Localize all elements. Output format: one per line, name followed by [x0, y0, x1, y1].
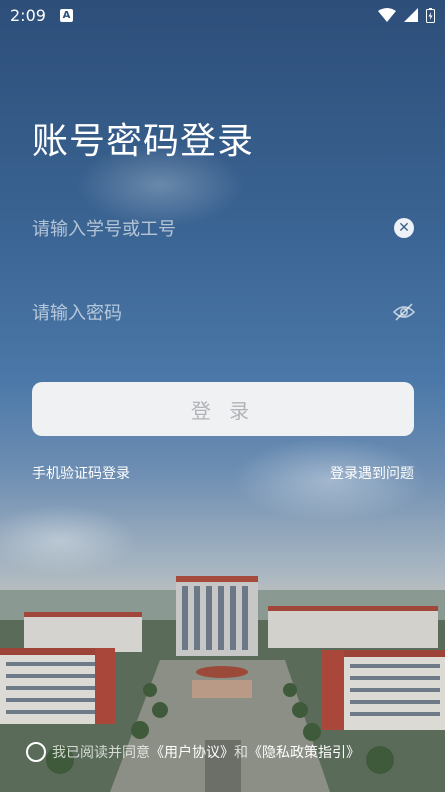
agreement-prefix: 我已阅读并同意 — [52, 745, 150, 761]
login-button[interactable]: 登 录 — [32, 382, 414, 436]
status-time: 2:09 — [10, 5, 46, 25]
wifi-icon — [378, 8, 396, 22]
status-bar: 2:09 A — [0, 0, 445, 30]
login-help-link[interactable]: 登录遇到问题 — [330, 463, 414, 483]
clear-icon[interactable]: ✕ — [394, 218, 414, 238]
user-agreement-link[interactable]: 《用户协议》 — [150, 742, 234, 762]
password-field[interactable]: 请输入密码 — [32, 292, 416, 332]
password-placeholder: 请输入密码 — [32, 303, 122, 324]
privacy-policy-link[interactable]: 《隐私政策指引》 — [248, 742, 360, 762]
notification-icon: A — [59, 8, 73, 22]
battery-icon — [426, 7, 435, 23]
username-placeholder: 请输入学号或工号 — [32, 219, 176, 240]
page-title: 账号密码登录 — [32, 121, 255, 162]
agreement-row: 我已阅读并同意 《用户协议》 和 《隐私政策指引》 — [26, 742, 360, 762]
agreement-and: 和 — [234, 745, 248, 761]
username-field[interactable]: 请输入学号或工号 ✕ — [32, 208, 416, 248]
signal-icon — [404, 8, 418, 22]
sms-login-link[interactable]: 手机验证码登录 — [32, 463, 130, 483]
agree-checkbox[interactable] — [26, 742, 46, 762]
eye-hidden-icon[interactable] — [392, 302, 416, 322]
